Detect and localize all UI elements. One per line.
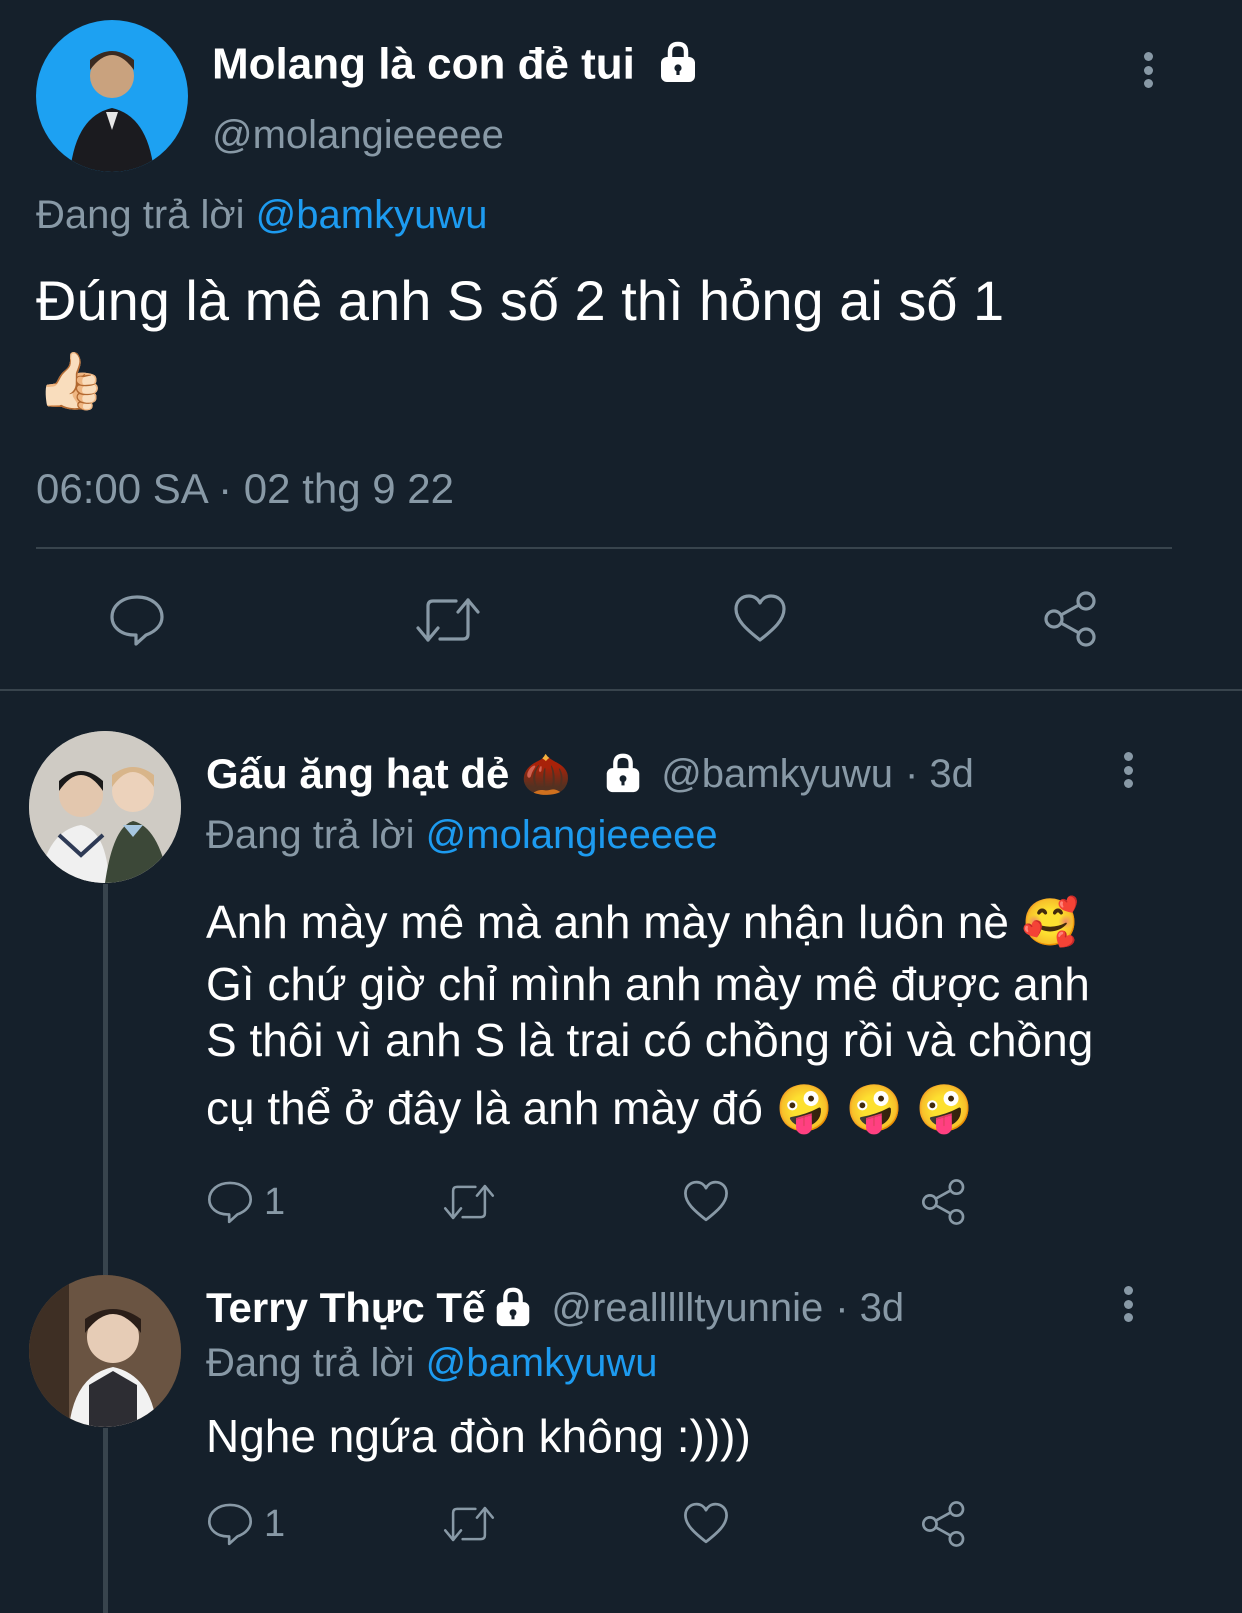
- reply-author-row: Gấu ăng hạt dẻ 🌰 @bamkyuwu · 3d: [206, 748, 974, 800]
- reply-text: Nghe ngứa đòn không :)))): [206, 1410, 751, 1462]
- divider: [36, 547, 1172, 549]
- reply-handle[interactable]: @bamkyuwu: [661, 752, 893, 797]
- speech-bubble-icon: [207, 1181, 253, 1224]
- main-timestamp[interactable]: 06:00 SA · 02 thg 9 22: [36, 464, 454, 514]
- reply-handle[interactable]: @reallllltyunnie: [551, 1286, 823, 1331]
- reply-button[interactable]: 1: [206, 1178, 285, 1226]
- reply-action-bar: 1: [0, 1498, 1242, 1554]
- retweet-icon: [443, 1506, 495, 1542]
- share-button[interactable]: [920, 1178, 968, 1226]
- like-button[interactable]: [682, 1500, 730, 1546]
- reply-author-row: Terry Thực Tế @reallllltyunnie · 3d: [206, 1282, 904, 1334]
- thumbs-up-emoji: 👍🏻: [36, 349, 106, 412]
- main-tweet-text: Đúng là mê anh S số 2 thì hỏng ai số 1 👍…: [36, 264, 1206, 418]
- lock-icon: [655, 38, 701, 96]
- more-options-button[interactable]: [1142, 52, 1154, 88]
- main-author-name[interactable]: Molang là con đẻ tui: [212, 40, 635, 89]
- share-button[interactable]: [1042, 590, 1100, 648]
- reply-count: 1: [264, 1180, 286, 1223]
- reply-text-line: Gì chứ giờ chỉ mình anh mày mê được anh: [206, 958, 1090, 1010]
- heart-icon: [734, 594, 786, 642]
- reply-replying-to: Đang trả lời @bamkyuwu: [206, 1338, 657, 1388]
- reply-text-line: Anh mày mê mà anh mày nhận luôn nè 🥰: [206, 896, 1079, 948]
- retweet-icon: [443, 1184, 495, 1220]
- more-vertical-icon: [1143, 52, 1153, 61]
- reply-button[interactable]: [108, 592, 166, 648]
- like-button[interactable]: [682, 1178, 730, 1224]
- share-button[interactable]: [920, 1500, 968, 1548]
- reply-text: Anh mày mê mà anh mày nhận luôn nè 🥰 Gì …: [206, 892, 1226, 1138]
- reply-time: · 3d: [904, 751, 974, 796]
- replying-to-link[interactable]: @bamkyuwu: [426, 1341, 658, 1385]
- more-vertical-icon: [1123, 1286, 1133, 1295]
- reply-author-name[interactable]: Terry Thực Tế: [206, 1284, 485, 1332]
- heart-icon: [684, 1180, 728, 1222]
- reply-author-name[interactable]: Gấu ăng hạt dẻ: [206, 750, 509, 798]
- reply-text-line: cụ thể ở đây là anh mày đó 🤪 🤪 🤪: [206, 1082, 974, 1134]
- main-text-line: Đúng là mê anh S số 2 thì hỏng ai số 1: [36, 269, 1005, 332]
- retweet-icon: [416, 598, 480, 642]
- section-divider: [0, 689, 1242, 691]
- chestnut-emoji: 🌰: [521, 752, 572, 797]
- main-handle[interactable]: @molangieeeee: [212, 110, 504, 160]
- replying-prefix: Đang trả lời: [36, 193, 245, 237]
- retweet-button[interactable]: [442, 1502, 496, 1546]
- share-icon: [1044, 591, 1096, 647]
- main-avatar[interactable]: [36, 20, 188, 172]
- reply-action-bar: 1: [0, 1176, 1242, 1232]
- main-replying-to: Đang trả lời @bamkyuwu: [36, 190, 487, 240]
- reply-button[interactable]: 1: [206, 1500, 285, 1548]
- replying-prefix: Đang trả lời: [206, 813, 415, 857]
- main-action-bar: [0, 588, 1242, 652]
- share-icon: [921, 1179, 965, 1225]
- replying-to-link[interactable]: @molangieeeee: [426, 813, 718, 857]
- more-vertical-icon: [1123, 752, 1133, 761]
- more-options-button[interactable]: [1122, 752, 1134, 788]
- replying-to-link[interactable]: @bamkyuwu: [256, 193, 488, 237]
- reply-count: 1: [264, 1502, 286, 1545]
- replying-prefix: Đang trả lời: [206, 1341, 415, 1385]
- lock-icon: [601, 750, 645, 799]
- reply-avatar[interactable]: [29, 1275, 181, 1427]
- like-button[interactable]: [732, 592, 788, 644]
- share-icon: [921, 1501, 965, 1547]
- reply-text-line: S thôi vì anh S là trai có chồng rồi và …: [206, 1014, 1094, 1066]
- retweet-button[interactable]: [414, 594, 482, 646]
- more-options-button[interactable]: [1122, 1286, 1134, 1322]
- speech-bubble-icon: [207, 1503, 253, 1546]
- speech-bubble-icon: [110, 595, 164, 646]
- main-author-row: Molang là con đẻ tui: [212, 38, 701, 96]
- retweet-button[interactable]: [442, 1180, 496, 1224]
- reply-replying-to: Đang trả lời @molangieeeee: [206, 810, 718, 860]
- lock-icon: [491, 1284, 535, 1333]
- reply-time: · 3d: [835, 1285, 905, 1330]
- heart-icon: [684, 1502, 728, 1544]
- reply-avatar[interactable]: [29, 731, 181, 883]
